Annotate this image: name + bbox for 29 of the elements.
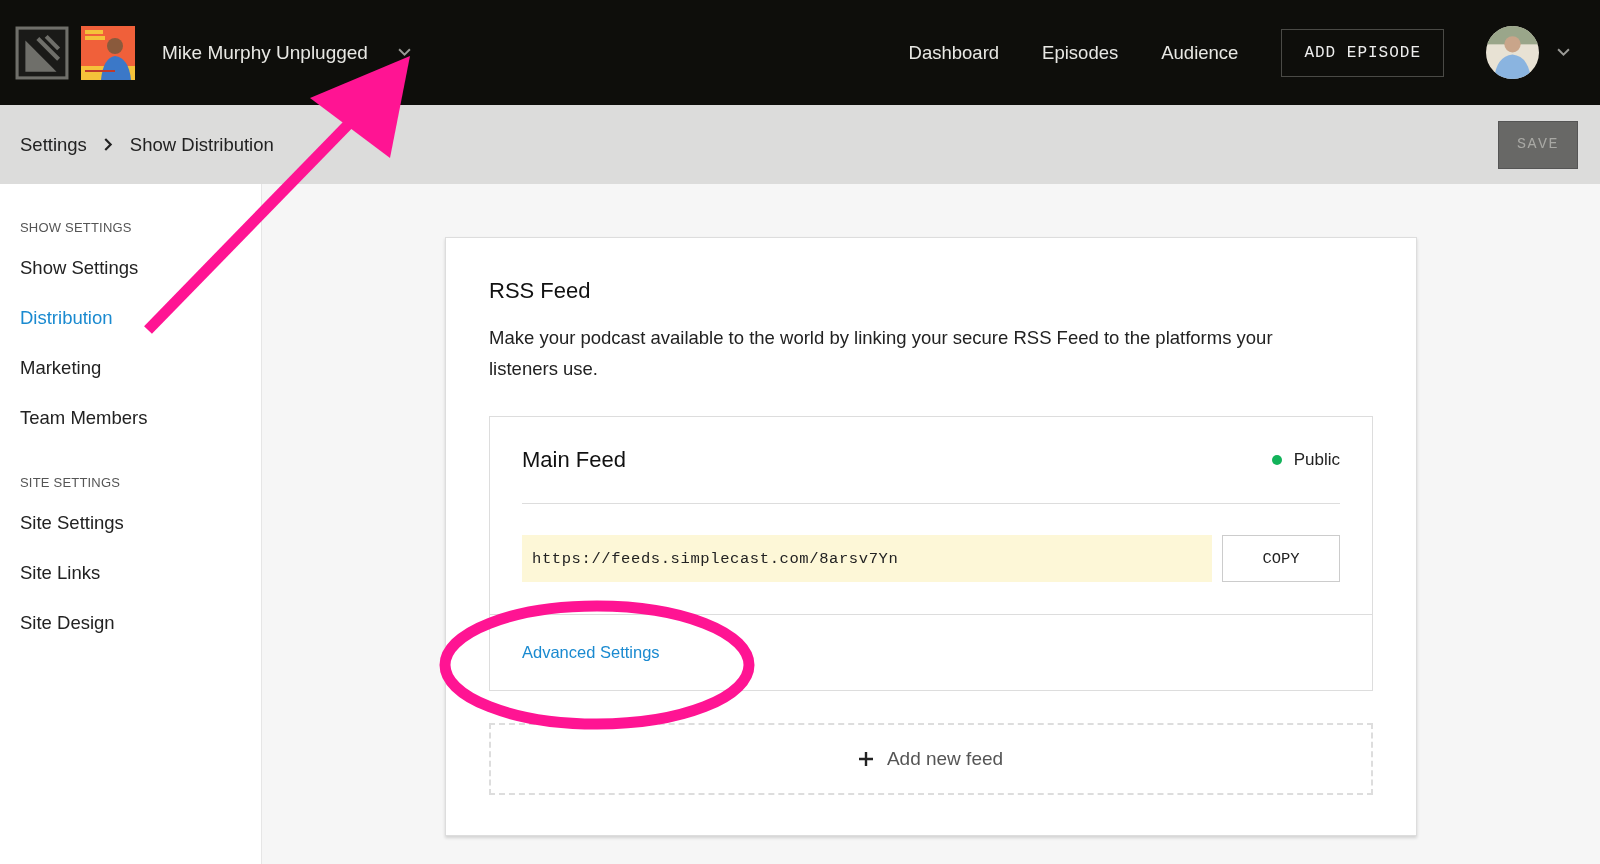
nav-link[interactable]: Dashboard (908, 41, 1000, 64)
section-heading: SHOW SETTINGS (20, 220, 132, 235)
plus-icon (858, 752, 873, 766)
show-name[interactable]: Mike Murphy Unplugged (162, 41, 368, 64)
sidebar-item[interactable]: Site Links (20, 562, 101, 584)
feed-name: Main Feed (522, 447, 626, 473)
sidebar-item[interactable]: Team Members (20, 407, 148, 429)
advanced-settings-link[interactable]: Advanced Settings (522, 643, 660, 662)
sidebar-item[interactable]: Site Settings (20, 512, 124, 534)
card-description: Make your podcast available to the world by linking your secure RSS Feed to the platforms your listeners use. (489, 326, 1274, 381)
logo-icon[interactable] (15, 25, 69, 80)
sidebar-item[interactable]: Distribution (20, 307, 113, 329)
add-feed-button[interactable]: Add new feed (489, 723, 1373, 795)
sidebar-item[interactable]: Site Design (20, 612, 115, 634)
add-episode-button[interactable]: ADD EPISODE (1281, 28, 1444, 77)
breadcrumb-link[interactable]: Settings (20, 133, 87, 156)
breadcrumb-link[interactable]: Show Distribution (129, 133, 274, 156)
sidebar-item[interactable]: Marketing (20, 357, 102, 379)
chevron-right-icon (103, 138, 113, 151)
status-label: Public (1293, 450, 1340, 470)
url-field[interactable]: https://feeds.simplecast.com/8arsv7Yn (522, 535, 1212, 582)
nav-link[interactable]: Audience (1161, 41, 1239, 64)
sidebar-item[interactable]: Show Settings (20, 257, 139, 279)
chevron-down-icon[interactable] (1557, 48, 1570, 57)
card-title: RSS Feed (489, 278, 592, 304)
copy-button[interactable]: COPY (1222, 535, 1340, 582)
nav-link[interactable]: Episodes (1042, 41, 1119, 64)
section-heading: SITE SETTINGS (20, 475, 121, 490)
chevron-down-icon[interactable] (397, 48, 411, 57)
